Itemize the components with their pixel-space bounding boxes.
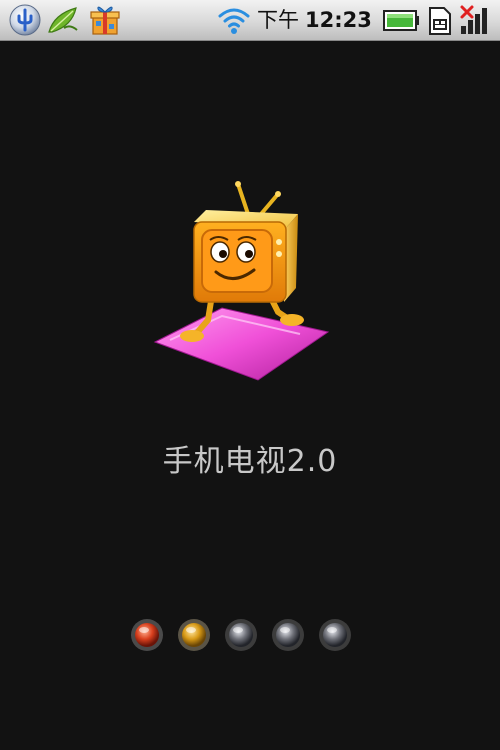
leaf-app-icon (46, 4, 80, 36)
status-clock: 12:23 (305, 8, 372, 32)
indicator-dot-3 (224, 618, 258, 652)
splash-screen: 下午 12:23 手机电视2.0 (0, 0, 500, 750)
usb-connected-icon (8, 4, 42, 36)
gift-box-app-icon (88, 4, 122, 36)
status-ampm: 下午 (257, 8, 299, 32)
wifi-icon (217, 4, 251, 36)
app-title: 手机电视2.0 (162, 444, 338, 479)
sim-card-icon (424, 4, 454, 36)
tv-mascot-icon (150, 180, 335, 385)
status-bar: 下午 12:23 (0, 0, 500, 41)
indicator-dot-1 (130, 618, 164, 652)
signal-strength-no-service-icon (458, 4, 492, 36)
battery-icon (382, 4, 420, 36)
indicator-dot-4 (271, 618, 305, 652)
loading-indicator (130, 618, 360, 654)
indicator-dot-2 (177, 618, 211, 652)
status-time: 下午 12:23 (257, 6, 372, 34)
indicator-dot-5 (318, 618, 352, 652)
